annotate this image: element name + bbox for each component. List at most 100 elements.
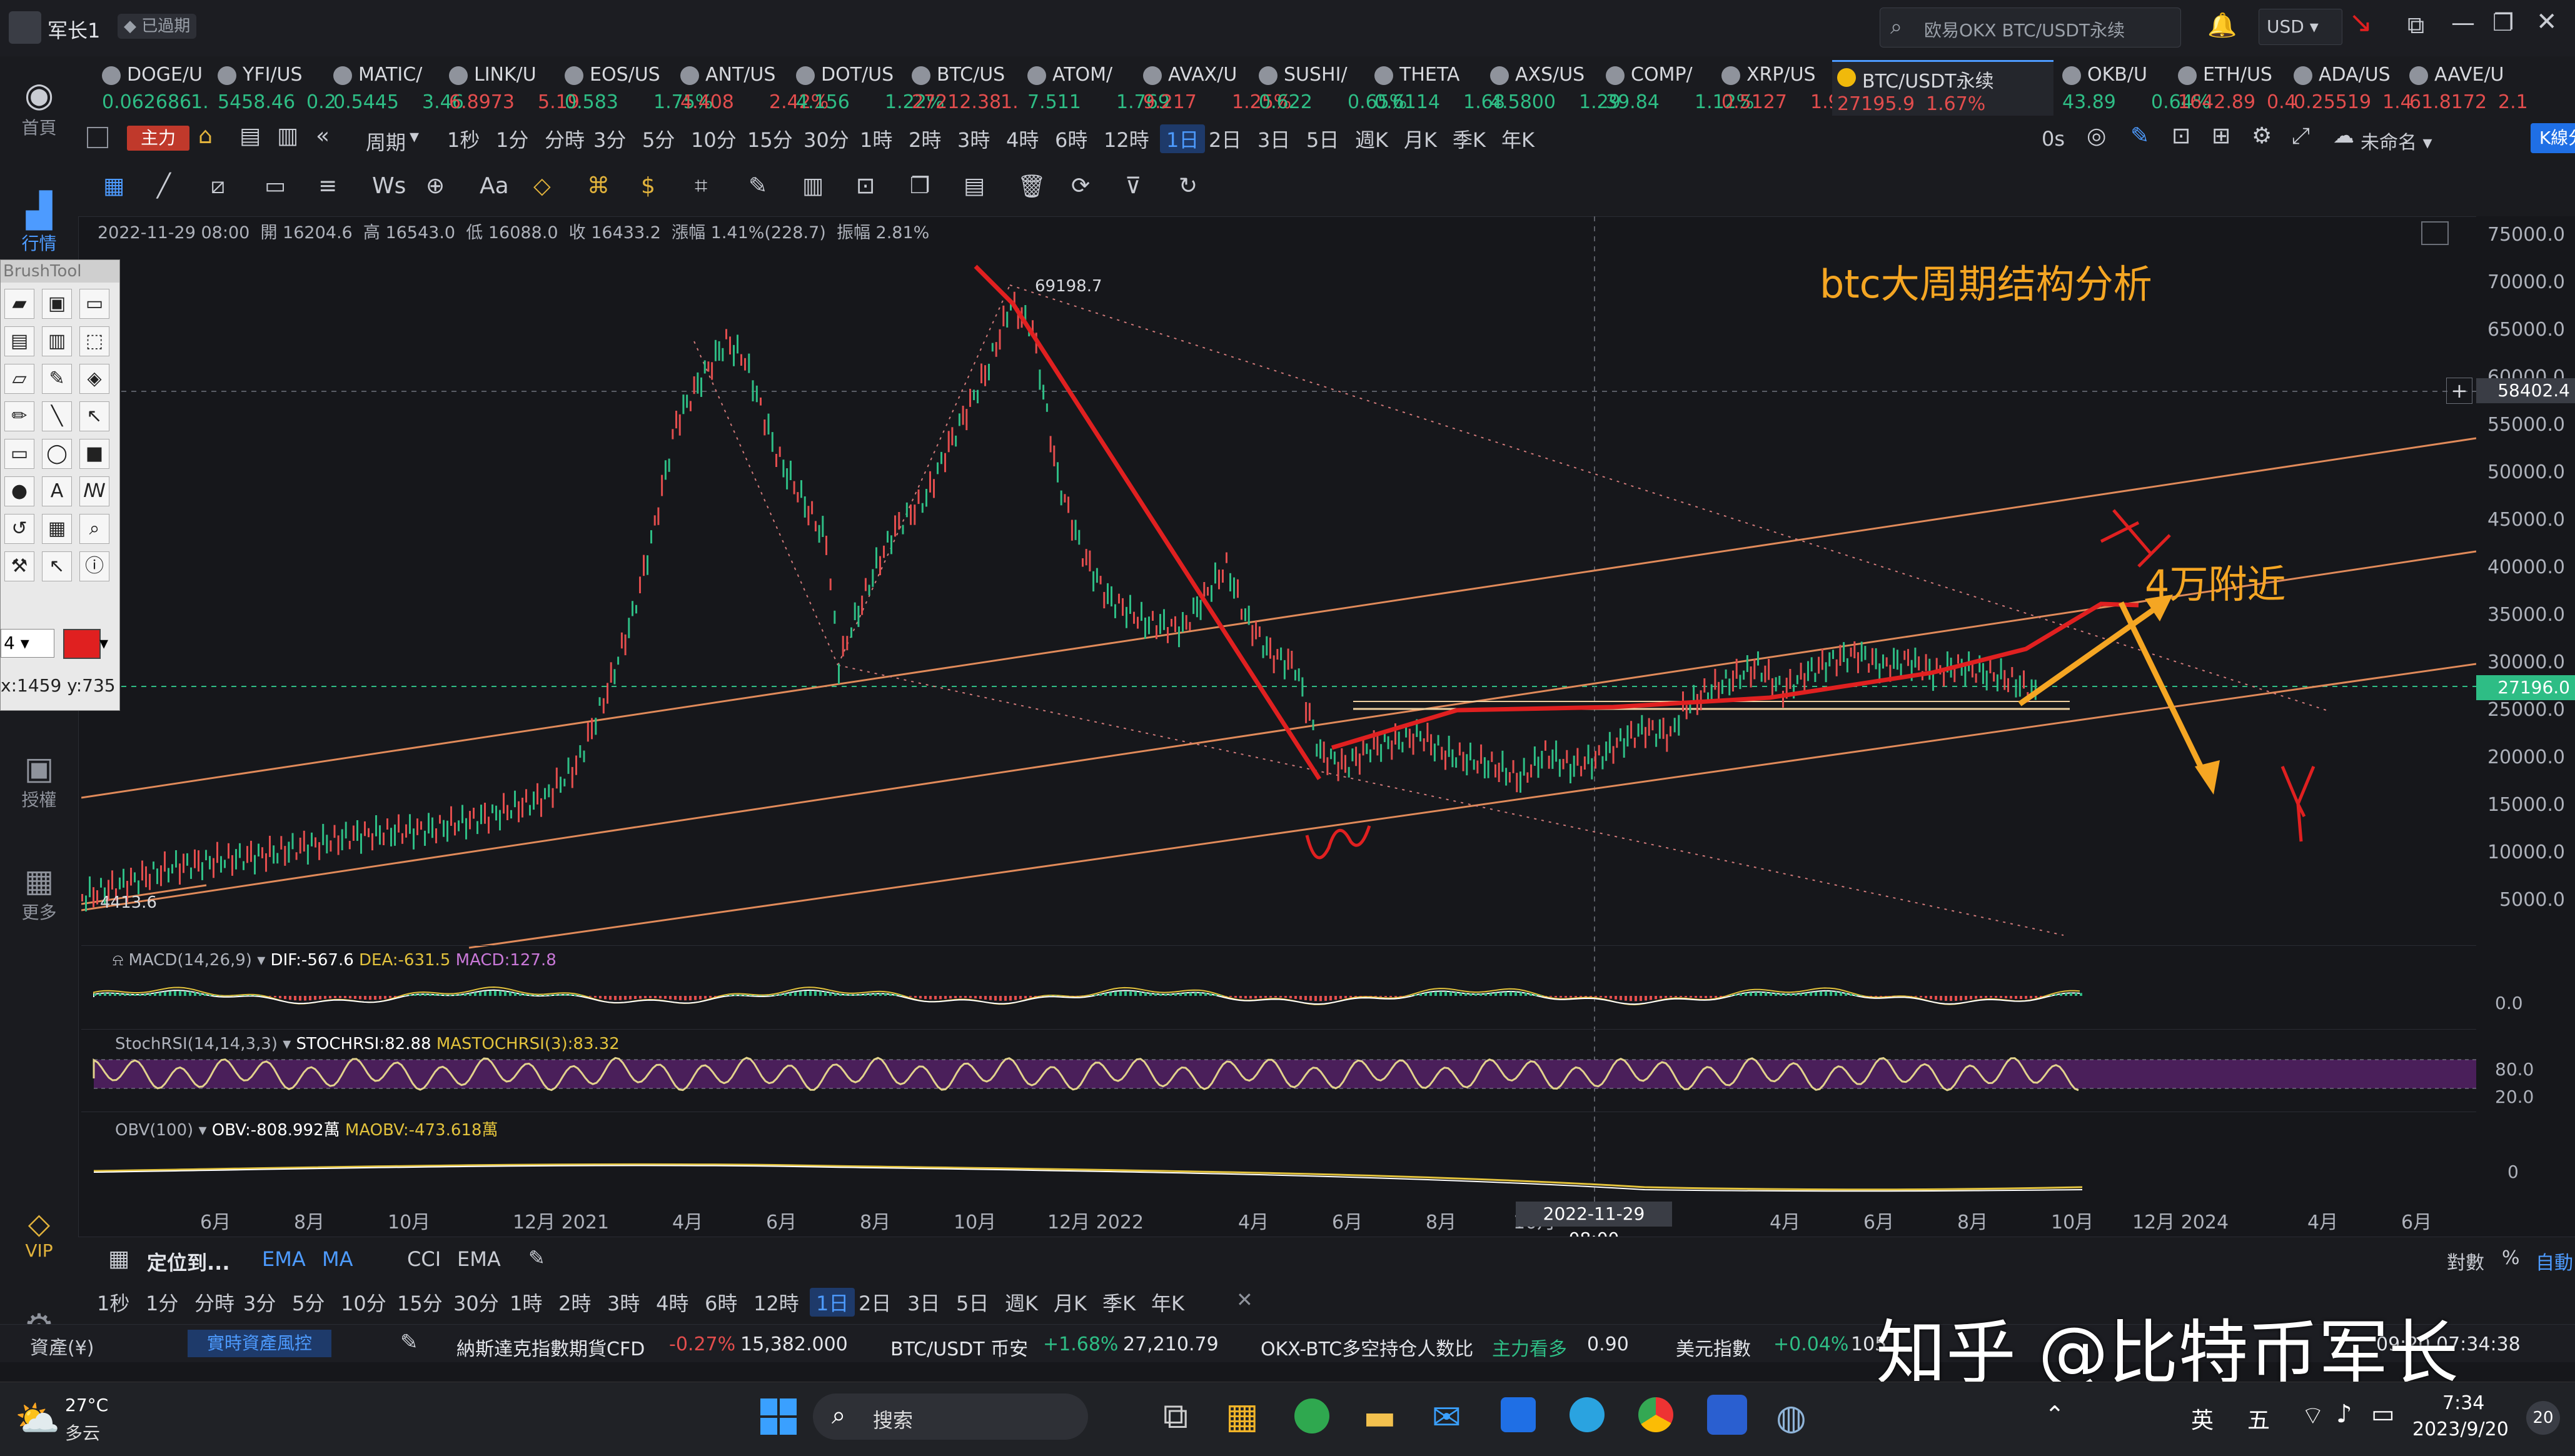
open-icon[interactable]: ▰ [4, 289, 34, 319]
wifi-icon[interactable]: ⌔ [2301, 1400, 2325, 1431]
save-icon[interactable]: ▣ [42, 289, 72, 319]
camera-icon[interactable]: ◎ [2087, 123, 2106, 149]
bottom-timeframe-tab-0[interactable]: 1秒 [97, 1288, 129, 1317]
select-icon[interactable]: ⬚ [79, 326, 109, 356]
ticker-11[interactable]: THETA0.61141.68 [1369, 60, 1481, 114]
pointer-icon[interactable]: ↖ [42, 551, 72, 581]
ticker-1[interactable]: YFI/US5458.460.2 [213, 60, 325, 114]
filter-tool-icon[interactable]: ⊽ [1125, 173, 1141, 199]
monitor-icon[interactable]: ▭ [79, 289, 109, 319]
timeframe-tab-9[interactable]: 2時 [909, 124, 941, 153]
folder-icon[interactable]: ▬ [1363, 1397, 1396, 1438]
chrome-icon[interactable] [1638, 1397, 1673, 1432]
ticker-3[interactable]: LINK/U6.89735.19 [444, 60, 556, 114]
ticker-13[interactable]: COMP/39.841.12% [1601, 60, 1713, 114]
grid-tool-icon[interactable]: ▦ [103, 173, 124, 199]
timeframe-tab-11[interactable]: 4時 [1006, 124, 1039, 153]
bottom-timeframe-tab-17[interactable]: 5日 [956, 1288, 989, 1317]
bottom-timeframe-tab-8[interactable]: 1時 [510, 1288, 542, 1317]
brush-size-select[interactable]: 4 ▾ [1, 629, 54, 658]
mosaic-icon[interactable]: ꟿ [79, 476, 109, 506]
ruler-tool-icon[interactable]: ⌗ [695, 173, 707, 199]
price-axis[interactable]: 75000.070000.065000.060000.055000.050000… [2476, 216, 2575, 1204]
copy-icon[interactable]: ▥ [42, 326, 72, 356]
dropper-icon[interactable]: ✎ [42, 364, 72, 394]
wave-tool-icon[interactable]: Ws [372, 173, 406, 199]
copy-tool-icon[interactable]: ❐ [910, 173, 930, 199]
bars-tool-icon[interactable]: ▥ [802, 173, 824, 199]
crop-icon[interactable]: ⊡ [2172, 123, 2190, 149]
timeframe-tab-3[interactable]: 3分 [593, 124, 626, 153]
brush-tool-panel[interactable]: BrushTool ▰▣▭▤▥⬚▱✎◈✏╲↖▭◯■●Aꟿ↺▦⌕⚒↖ⓘ 4 ▾ ▾… [0, 259, 120, 711]
brush-color-chevron-icon[interactable]: ▾ [99, 633, 108, 653]
timeframe-tab-4[interactable]: 5分 [642, 124, 675, 153]
sidebar-item-market[interactable]: ▟ 行情 [0, 191, 78, 255]
log-scale-toggle[interactable]: 對數 [2447, 1247, 2484, 1275]
arrow-icon[interactable]: ↖ [79, 401, 109, 431]
ticker-0[interactable]: DOGE/U0.0626861. [97, 60, 209, 114]
app-blue-icon[interactable] [1501, 1397, 1536, 1432]
main-force-tag[interactable]: 主力 [127, 126, 189, 151]
ind-ema[interactable]: EMA [262, 1247, 306, 1271]
timeframe-tab-6[interactable]: 15分 [747, 124, 793, 153]
undo-icon[interactable]: ↺ [4, 514, 34, 544]
pen-icon[interactable]: ✎ [2130, 123, 2149, 149]
timeframe-tab-1[interactable]: 1分 [496, 124, 528, 153]
ticker-18[interactable]: ADA/US0.255191.4 [2289, 60, 2401, 114]
timeframe-tab-7[interactable]: 30分 [804, 124, 849, 153]
ime-wubi[interactable]: 五 [2247, 1402, 2270, 1435]
text-icon[interactable]: A [42, 476, 72, 506]
globe-icon[interactable]: ◍ [1776, 1397, 1807, 1438]
currency-select[interactable]: USD ▾ [2259, 9, 2342, 45]
sidebar-item-more[interactable]: ▦ 更多 [0, 863, 78, 924]
calendar2-icon[interactable]: ▥ [277, 123, 298, 149]
assets-label[interactable]: 資產(¥) [30, 1332, 94, 1360]
store-icon[interactable]: ▦ [1226, 1396, 1259, 1437]
checkbox-icon[interactable] [87, 127, 108, 148]
search-box[interactable]: ⌕ 欧易OKX BTC/USDT永续 [1880, 8, 2181, 48]
close-tf-icon[interactable]: ✕ [1236, 1288, 1253, 1312]
ticker-14[interactable]: XRP/US0.51271.99 [1716, 60, 1828, 114]
layout-icon[interactable]: ⊞ [2212, 123, 2230, 149]
timeframe-tab-5[interactable]: 10分 [691, 124, 737, 153]
timeframe-tab-19[interactable]: 月K [1404, 124, 1437, 153]
notification-badge[interactable]: 20 [2526, 1401, 2560, 1435]
timeframe-tab-0[interactable]: 1秒 [447, 124, 480, 153]
ticker-16[interactable]: OKB/U43.890.64% [2057, 60, 2169, 114]
ind-ema2[interactable]: EMA [457, 1247, 501, 1271]
app-green-icon[interactable] [1294, 1398, 1329, 1433]
bottom-timeframe-tab-3[interactable]: 3分 [243, 1288, 276, 1317]
filled-ellipse-icon[interactable]: ● [4, 476, 34, 506]
bottom-timeframe-tab-1[interactable]: 1分 [146, 1288, 178, 1317]
timeframe-tab-18[interactable]: 週K [1355, 124, 1388, 153]
volume-icon[interactable]: ♪ [2336, 1400, 2352, 1428]
pin-icon[interactable]: ⓘ [79, 551, 109, 581]
bottom-timeframe-tab-13[interactable]: 12時 [753, 1288, 799, 1317]
usd-index-name[interactable]: 美元指數 [1676, 1333, 1751, 1361]
pattern-tool-icon[interactable]: ⌘ [587, 173, 610, 199]
money-tool-icon[interactable]: $ [641, 173, 655, 199]
lines-tool-icon[interactable]: ≡ [318, 173, 337, 199]
ticker-9[interactable]: AVAX/U9.2171.25% [1138, 60, 1250, 114]
bottom-timeframe-tab-12[interactable]: 6時 [705, 1288, 737, 1317]
trash-tool-icon[interactable]: 🗑 [1017, 173, 1046, 199]
refresh-tool-icon[interactable]: ↻ [1179, 173, 1197, 199]
hatch-tool-icon[interactable]: ⧄ [211, 173, 225, 199]
bottom-timeframe-tab-2[interactable]: 分時 [194, 1288, 234, 1317]
tray-chevron-icon[interactable]: ⌃ [2045, 1401, 2065, 1428]
cross-tool-icon[interactable]: ⊕ [426, 173, 445, 199]
bottom-timeframe-tab-11[interactable]: 4時 [656, 1288, 688, 1317]
ind-cci[interactable]: CCI [407, 1247, 441, 1271]
maximize-button[interactable]: ❐ [2492, 9, 2514, 36]
timeframe-tab-12[interactable]: 6時 [1055, 124, 1087, 153]
bottom-timeframe-tab-7[interactable]: 30分 [453, 1288, 499, 1317]
bottom-timeframe-tab-14[interactable]: 1日 [810, 1288, 855, 1317]
line-icon[interactable]: ╲ [42, 401, 72, 431]
rect-icon[interactable]: ▭ [4, 439, 34, 469]
weather-icon[interactable]: ⛅ [15, 1397, 60, 1440]
battery-icon[interactable]: ▭ [2371, 1400, 2395, 1428]
period-label[interactable]: 周期 [366, 127, 406, 156]
bell-icon[interactable]: 🔔 [2207, 11, 2237, 39]
filled-rect-icon[interactable]: ■ [79, 439, 109, 469]
bottom-timeframe-tab-15[interactable]: 2日 [859, 1288, 891, 1317]
